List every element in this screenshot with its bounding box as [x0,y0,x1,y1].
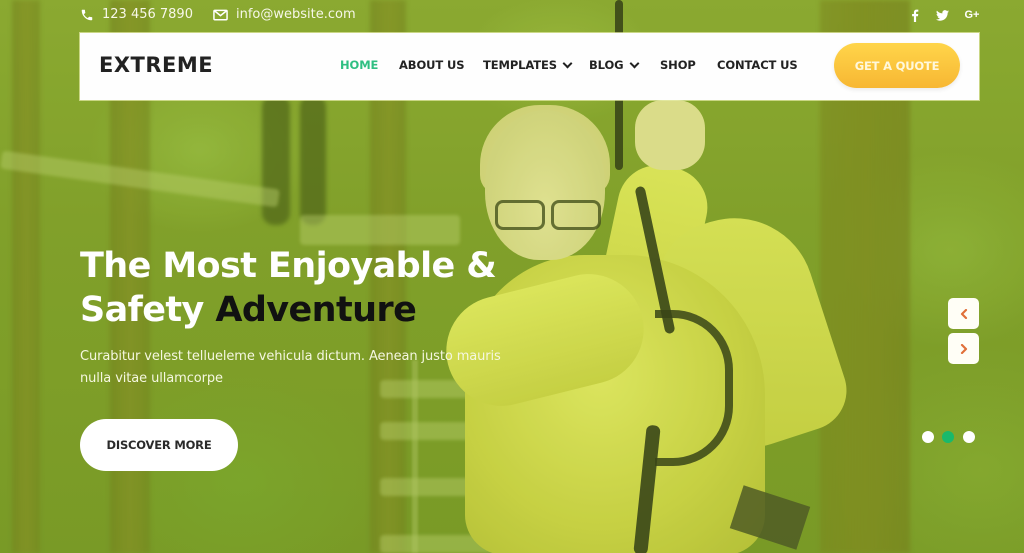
chevron-down-icon [562,58,573,68]
phone-contact[interactable]: 123 456 7890 [80,7,193,22]
hero-title: The Most Enjoyable & Safety Adventure [80,244,497,332]
slider-prev-button[interactable] [948,298,979,329]
hero-title-line2-light: Safety [80,290,204,330]
facebook-icon[interactable] [906,6,924,24]
envelope-icon [213,9,228,21]
nav-item-label: ABOUT US [399,58,465,72]
hero-title-line1: The Most Enjoyable & [80,246,497,286]
nav-item-blog[interactable]: BLOG [589,58,639,72]
hero-title-line2-dark: Adventure [215,290,417,330]
hero-description: Curabitur velest tellueleme vehicula dic… [80,349,501,386]
nav-item-label: CONTACT US [717,58,798,72]
nav-item-label: BLOG [589,58,624,72]
nav-item-label: HOME [340,58,379,72]
chevron-down-icon [629,58,639,68]
top-bar: 123 456 7890 info@website.com G+ [0,0,1024,30]
slider-dot-3[interactable] [963,431,975,443]
email-address: info@website.com [236,7,356,22]
site-logo[interactable]: EXTREME [99,53,213,77]
main-navbar: EXTREME HOME ABOUT US TEMPLATES BLOG SHO… [80,33,979,100]
twitter-icon[interactable] [933,6,951,24]
google-plus-icon[interactable]: G+ [963,6,981,24]
nav-item-label: SHOP [660,58,696,72]
nav-item-label: TEMPLATES [483,58,557,72]
chevron-right-icon [960,343,967,354]
slider-next-button[interactable] [948,333,979,364]
slider-dot-2[interactable] [942,431,954,443]
nav-item-about-us[interactable]: ABOUT US [399,58,465,72]
phone-icon [80,8,94,22]
discover-more-button[interactable]: DISCOVER MORE [80,419,238,471]
nav-item-shop[interactable]: SHOP [660,58,696,72]
slider-dot-1[interactable] [922,431,934,443]
chevron-left-icon [960,308,967,319]
phone-number: 123 456 7890 [102,7,193,22]
email-contact[interactable]: info@website.com [213,7,356,22]
nav-item-templates[interactable]: TEMPLATES [483,58,573,72]
nav-item-contact-us[interactable]: CONTACT US [717,58,798,72]
nav-item-home[interactable]: HOME [340,58,378,72]
get-a-quote-button[interactable]: GET A QUOTE [834,43,960,88]
